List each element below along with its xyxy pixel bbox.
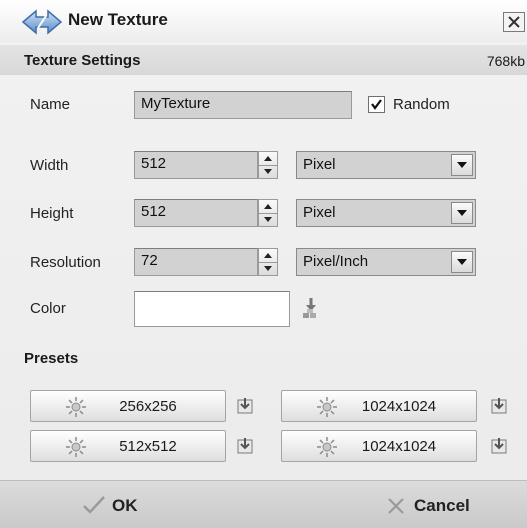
preset-button-1024x1024-a[interactable]: 1024x1024: [281, 390, 477, 422]
width-label: Width: [30, 157, 69, 174]
resolution-unit-value: Pixel/Inch: [303, 253, 369, 270]
preset-button-256x256[interactable]: 256x256: [30, 390, 226, 422]
height-increment-button[interactable]: [259, 200, 277, 214]
save-preset-icon[interactable]: [236, 397, 254, 415]
resolution-decrement-button[interactable]: [259, 262, 277, 275]
window-title: New Texture: [68, 10, 168, 29]
width-spinner[interactable]: [258, 151, 278, 179]
name-label: Name: [30, 96, 71, 113]
color-swatch[interactable]: [134, 291, 290, 327]
save-preset-icon[interactable]: [490, 397, 508, 415]
height-spinner[interactable]: [258, 199, 278, 227]
random-checkbox[interactable]: [368, 96, 385, 113]
width-increment-button[interactable]: [259, 152, 277, 166]
width-input[interactable]: 512: [134, 151, 258, 179]
resolution-spinner[interactable]: [258, 248, 278, 276]
width-unit-value: Pixel: [303, 156, 336, 173]
chevron-down-icon: [457, 162, 467, 168]
texture-settings-title: Texture Settings: [24, 52, 141, 69]
color-picker-icon[interactable]: [301, 297, 321, 319]
close-icon: [508, 16, 520, 28]
chevron-down-icon: [457, 259, 467, 265]
resolution-label: Resolution: [30, 254, 101, 271]
preset-button-512x512[interactable]: 512x512: [30, 430, 226, 462]
height-unit-dropdown-button[interactable]: [451, 202, 473, 224]
name-input[interactable]: MyTexture: [134, 91, 352, 119]
resolution-unit-dropdown-button[interactable]: [451, 251, 473, 273]
resolution-unit-select[interactable]: Pixel/Inch: [296, 248, 476, 276]
close-button[interactable]: [503, 12, 525, 32]
cancel-label: Cancel: [414, 496, 470, 515]
color-label: Color: [30, 300, 66, 317]
height-label: Height: [30, 205, 74, 222]
title-bar[interactable]: New Texture: [0, 0, 527, 42]
preset-label: 1024x1024: [361, 438, 437, 455]
presets-title: Presets: [24, 350, 79, 367]
arrow-up-icon: [264, 204, 272, 209]
random-label: Random: [393, 96, 450, 113]
arrow-down-icon: [264, 217, 272, 222]
new-texture-dialog: New Texture Texture Settings 768kb Name …: [0, 0, 527, 528]
save-preset-icon[interactable]: [236, 437, 254, 455]
arrow-up-icon: [264, 156, 272, 161]
checkmark-icon: [371, 99, 382, 110]
preset-button-1024x1024-b[interactable]: 1024x1024: [281, 430, 477, 462]
cancel-button[interactable]: Cancel: [386, 493, 496, 519]
width-decrement-button[interactable]: [259, 165, 277, 178]
resolution-increment-button[interactable]: [259, 249, 277, 263]
texture-settings-header: Texture Settings 768kb: [0, 45, 527, 75]
preset-label: 512x512: [119, 438, 177, 455]
preset-label: 256x256: [119, 398, 177, 415]
arrow-down-icon: [264, 266, 272, 271]
checkmark-icon: [83, 496, 105, 514]
height-input[interactable]: 512: [134, 199, 258, 227]
ok-label: OK: [112, 496, 138, 515]
chevron-down-icon: [457, 210, 467, 216]
width-unit-select[interactable]: Pixel: [296, 151, 476, 179]
action-bar: OK Cancel: [0, 480, 527, 528]
height-unit-select[interactable]: Pixel: [296, 199, 476, 227]
cancel-icon: [388, 498, 404, 514]
width-unit-dropdown-button[interactable]: [451, 154, 473, 176]
double-arrow-logo-icon: [21, 9, 63, 35]
resolution-input[interactable]: 72: [134, 248, 258, 276]
ok-button[interactable]: OK: [82, 493, 162, 519]
save-preset-icon[interactable]: [490, 437, 508, 455]
texture-size-label: 768kb: [486, 53, 525, 69]
height-decrement-button[interactable]: [259, 213, 277, 226]
arrow-down-icon: [264, 169, 272, 174]
arrow-up-icon: [264, 253, 272, 258]
preset-label: 1024x1024: [361, 398, 437, 415]
height-unit-value: Pixel: [303, 204, 336, 221]
